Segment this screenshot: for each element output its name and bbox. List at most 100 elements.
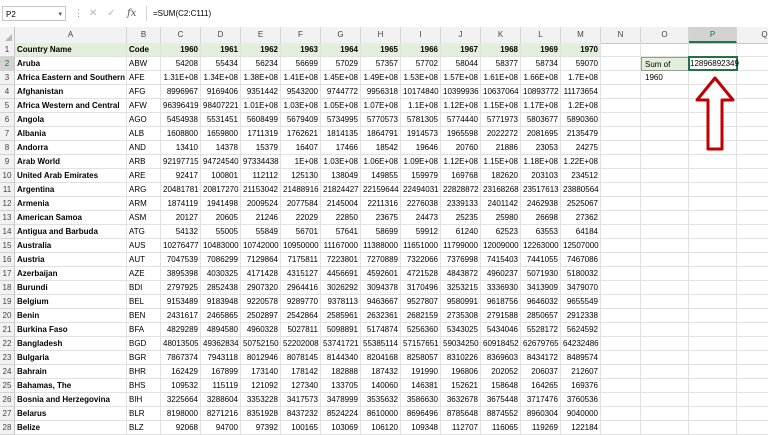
- cell-d28[interactable]: 94700: [201, 421, 241, 435]
- column-header-q[interactable]: Q: [737, 27, 768, 43]
- cell-i2[interactable]: 57702: [401, 57, 441, 71]
- cell-m27[interactable]: 9040000: [561, 407, 601, 421]
- cell-q20[interactable]: [737, 309, 768, 323]
- cell-l25[interactable]: 164265: [521, 379, 561, 393]
- cell-i20[interactable]: 2682159: [401, 309, 441, 323]
- cell-n28[interactable]: [601, 421, 641, 435]
- cell-c26[interactable]: 3225664: [161, 393, 201, 407]
- cell-q17[interactable]: [737, 267, 768, 281]
- cell-q24[interactable]: [737, 365, 768, 379]
- cell-k4[interactable]: 10637064: [481, 85, 521, 99]
- cell-e25[interactable]: 121092: [241, 379, 281, 393]
- cell-g3[interactable]: 1.45E+08: [321, 71, 361, 85]
- cell-p10[interactable]: [689, 169, 737, 183]
- cell-n1[interactable]: [601, 43, 641, 57]
- cell-l23[interactable]: 8434172: [521, 351, 561, 365]
- cell-k7[interactable]: 2022272: [481, 127, 521, 141]
- cell-g23[interactable]: 8144340: [321, 351, 361, 365]
- row-header-9[interactable]: 9: [0, 155, 15, 169]
- cell-g28[interactable]: 103069: [321, 421, 361, 435]
- cell-q9[interactable]: [737, 155, 768, 169]
- cell-p1[interactable]: [689, 43, 737, 57]
- cell-o27[interactable]: [641, 407, 689, 421]
- cell-q21[interactable]: [737, 323, 768, 337]
- cell-k10[interactable]: 182620: [481, 169, 521, 183]
- cell-g11[interactable]: 21824427: [321, 183, 361, 197]
- cell-f11[interactable]: 21488916: [281, 183, 321, 197]
- cell-f24[interactable]: 178142: [281, 365, 321, 379]
- cell-q19[interactable]: [737, 295, 768, 309]
- cell-p13[interactable]: [689, 211, 737, 225]
- cell-h14[interactable]: 58699: [361, 225, 401, 239]
- cell-a19[interactable]: Belgium: [15, 295, 127, 309]
- cell-g7[interactable]: 1814135: [321, 127, 361, 141]
- cell-p25[interactable]: [689, 379, 737, 393]
- cell-e10[interactable]: 112112: [241, 169, 281, 183]
- cell-o13[interactable]: [641, 211, 689, 225]
- cell-a13[interactable]: American Samoa: [15, 211, 127, 225]
- cell-g21[interactable]: 5098891: [321, 323, 361, 337]
- cell-b10[interactable]: ARE: [127, 169, 161, 183]
- cell-l19[interactable]: 9646032: [521, 295, 561, 309]
- cell-b5[interactable]: AFW: [127, 99, 161, 113]
- cell-h18[interactable]: 3094378: [361, 281, 401, 295]
- row-header-27[interactable]: 27: [0, 407, 15, 421]
- cell-o17[interactable]: [641, 267, 689, 281]
- cell-n19[interactable]: [601, 295, 641, 309]
- cell-p28[interactable]: [689, 421, 737, 435]
- cell-k11[interactable]: 23168268: [481, 183, 521, 197]
- cell-k16[interactable]: 7415403: [481, 253, 521, 267]
- cell-j7[interactable]: 1965598: [441, 127, 481, 141]
- cell-l20[interactable]: 2850657: [521, 309, 561, 323]
- cell-b11[interactable]: ARG: [127, 183, 161, 197]
- cell-g6[interactable]: 5734995: [321, 113, 361, 127]
- cell-e18[interactable]: 2907320: [241, 281, 281, 295]
- cell-p16[interactable]: [689, 253, 737, 267]
- cell-a26[interactable]: Bosnia and Herzegovina: [15, 393, 127, 407]
- cell-q12[interactable]: [737, 197, 768, 211]
- row-header-7[interactable]: 7: [0, 127, 15, 141]
- cell-n9[interactable]: [601, 155, 641, 169]
- cell-o4[interactable]: [641, 85, 689, 99]
- cell-n13[interactable]: [601, 211, 641, 225]
- cell-m12[interactable]: 2525067: [561, 197, 601, 211]
- cell-e2[interactable]: 56234: [241, 57, 281, 71]
- cell-p21[interactable]: [689, 323, 737, 337]
- cell-h23[interactable]: 8204168: [361, 351, 401, 365]
- cell-l12[interactable]: 2462938: [521, 197, 561, 211]
- cell-i15[interactable]: 11651000: [401, 239, 441, 253]
- cell-i7[interactable]: 1914573: [401, 127, 441, 141]
- cell-g16[interactable]: 7223801: [321, 253, 361, 267]
- cell-e15[interactable]: 10742000: [241, 239, 281, 253]
- cell-j21[interactable]: 5343025: [441, 323, 481, 337]
- cell-d24[interactable]: 167899: [201, 365, 241, 379]
- cell-i28[interactable]: 109348: [401, 421, 441, 435]
- cell-h19[interactable]: 9463667: [361, 295, 401, 309]
- cell-n26[interactable]: [601, 393, 641, 407]
- cell-c20[interactable]: 2431617: [161, 309, 201, 323]
- cell-a5[interactable]: Africa Western and Central: [15, 99, 127, 113]
- cell-j16[interactable]: 7376998: [441, 253, 481, 267]
- cell-c14[interactable]: 54132: [161, 225, 201, 239]
- cell-f5[interactable]: 1.03E+08: [281, 99, 321, 113]
- cell-m11[interactable]: 23880564: [561, 183, 601, 197]
- cell-c11[interactable]: 20481781: [161, 183, 201, 197]
- cell-n23[interactable]: [601, 351, 641, 365]
- cell-p18[interactable]: [689, 281, 737, 295]
- column-header-h[interactable]: H: [361, 27, 401, 43]
- cell-h7[interactable]: 1864791: [361, 127, 401, 141]
- row-header-10[interactable]: 10: [0, 169, 15, 183]
- cell-g14[interactable]: 57641: [321, 225, 361, 239]
- cell-d10[interactable]: 100801: [201, 169, 241, 183]
- cell-n21[interactable]: [601, 323, 641, 337]
- cell-j15[interactable]: 11799000: [441, 239, 481, 253]
- cell-j17[interactable]: 4843872: [441, 267, 481, 281]
- cell-m19[interactable]: 9655549: [561, 295, 601, 309]
- cell-n12[interactable]: [601, 197, 641, 211]
- cell-c24[interactable]: 162429: [161, 365, 201, 379]
- cell-l21[interactable]: 5528172: [521, 323, 561, 337]
- cell-a4[interactable]: Afghanistan: [15, 85, 127, 99]
- row-header-25[interactable]: 25: [0, 379, 15, 393]
- cell-n24[interactable]: [601, 365, 641, 379]
- cell-h5[interactable]: 1.07E+08: [361, 99, 401, 113]
